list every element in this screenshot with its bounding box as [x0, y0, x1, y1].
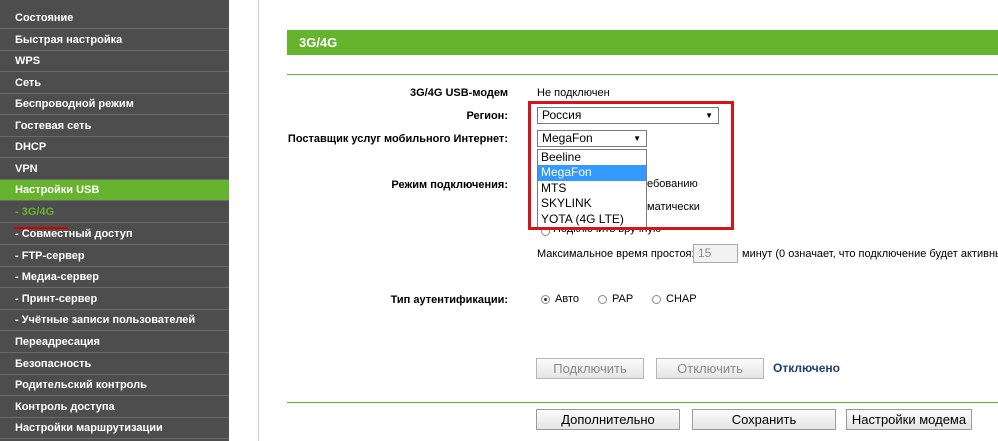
connect-button[interactable]: Подключить	[536, 358, 644, 379]
advanced-button[interactable]: Дополнительно	[536, 409, 680, 430]
disconnect-button[interactable]: Отключить	[656, 358, 764, 379]
idle-label: Максимальное время простоя:	[537, 248, 695, 260]
auth-pap-label: PAP	[612, 293, 634, 305]
sidebar-item-print-server[interactable]: - Принт-сервер	[0, 289, 229, 310]
sidebar-item-user-accounts[interactable]: - Учётные записи пользователей	[0, 310, 229, 331]
sidebar-item-media-server[interactable]: - Медиа-сервер	[0, 267, 229, 288]
page-title: 3G/4G	[287, 30, 998, 55]
sidebar-item-wps[interactable]: WPS	[0, 51, 229, 72]
modem-label: 3G/4G USB-модем	[409, 87, 508, 99]
sidebar-item-status[interactable]: Состояние	[0, 8, 229, 29]
auth-chap-label: CHAP	[666, 293, 697, 305]
region-label: Регион:	[466, 110, 508, 122]
idle-suffix: минут (0 означает, что подключение будет…	[742, 248, 998, 260]
sidebar-item-parental-control[interactable]: Родительский контроль	[0, 375, 229, 396]
sidebar-item-network[interactable]: Сеть	[0, 73, 229, 94]
provider-label: Поставщик услуг мобильного Интернет:	[287, 133, 508, 145]
gutter	[229, 0, 258, 441]
auth-auto-radio[interactable]	[541, 295, 550, 304]
divider	[258, 0, 259, 441]
highlight-box	[528, 101, 734, 230]
sidebar-item-forwarding[interactable]: Переадресация	[0, 332, 229, 353]
modem-settings-button[interactable]: Настройки модема	[846, 409, 972, 430]
sidebar-item-quick-setup[interactable]: Быстрая настройка	[0, 30, 229, 51]
footer-divider	[287, 402, 998, 403]
sidebar-item-guest-network[interactable]: Гостевая сеть	[0, 116, 229, 137]
save-button[interactable]: Сохранить	[692, 409, 836, 430]
modem-status: Не подключен	[537, 87, 610, 99]
sidebar: Состояние Быстрая настройка WPS Сеть Бес…	[0, 0, 229, 441]
sidebar-item-ftp-server[interactable]: - FTP-сервер	[0, 246, 229, 267]
idle-time-input[interactable]: 15	[693, 244, 738, 263]
sidebar-item-security[interactable]: Безопасность	[0, 354, 229, 375]
auth-auto-label: Авто	[555, 293, 579, 305]
connection-status: Отключено	[773, 361, 840, 375]
sidebar-item-routing[interactable]: Настройки маршрутизации	[0, 418, 229, 439]
auth-pap-radio[interactable]	[598, 295, 607, 304]
sidebar-item-dhcp[interactable]: DHCP	[0, 137, 229, 158]
sidebar-item-vpn[interactable]: VPN	[0, 159, 229, 180]
header-divider	[287, 74, 998, 75]
mode-label: Режим подключения:	[391, 179, 508, 191]
auth-chap-radio[interactable]	[652, 295, 661, 304]
sidebar-item-3g4g[interactable]: - 3G/4G	[0, 202, 229, 223]
auth-label: Тип аутентификации:	[390, 294, 508, 306]
sidebar-item-wireless[interactable]: Беспроводной режим	[0, 94, 229, 115]
sidebar-item-access-control[interactable]: Контроль доступа	[0, 397, 229, 418]
sidebar-item-usb-settings[interactable]: Настройки USB	[0, 180, 229, 201]
sidebar-item-shared-access[interactable]: - Совместный доступ	[0, 224, 229, 245]
